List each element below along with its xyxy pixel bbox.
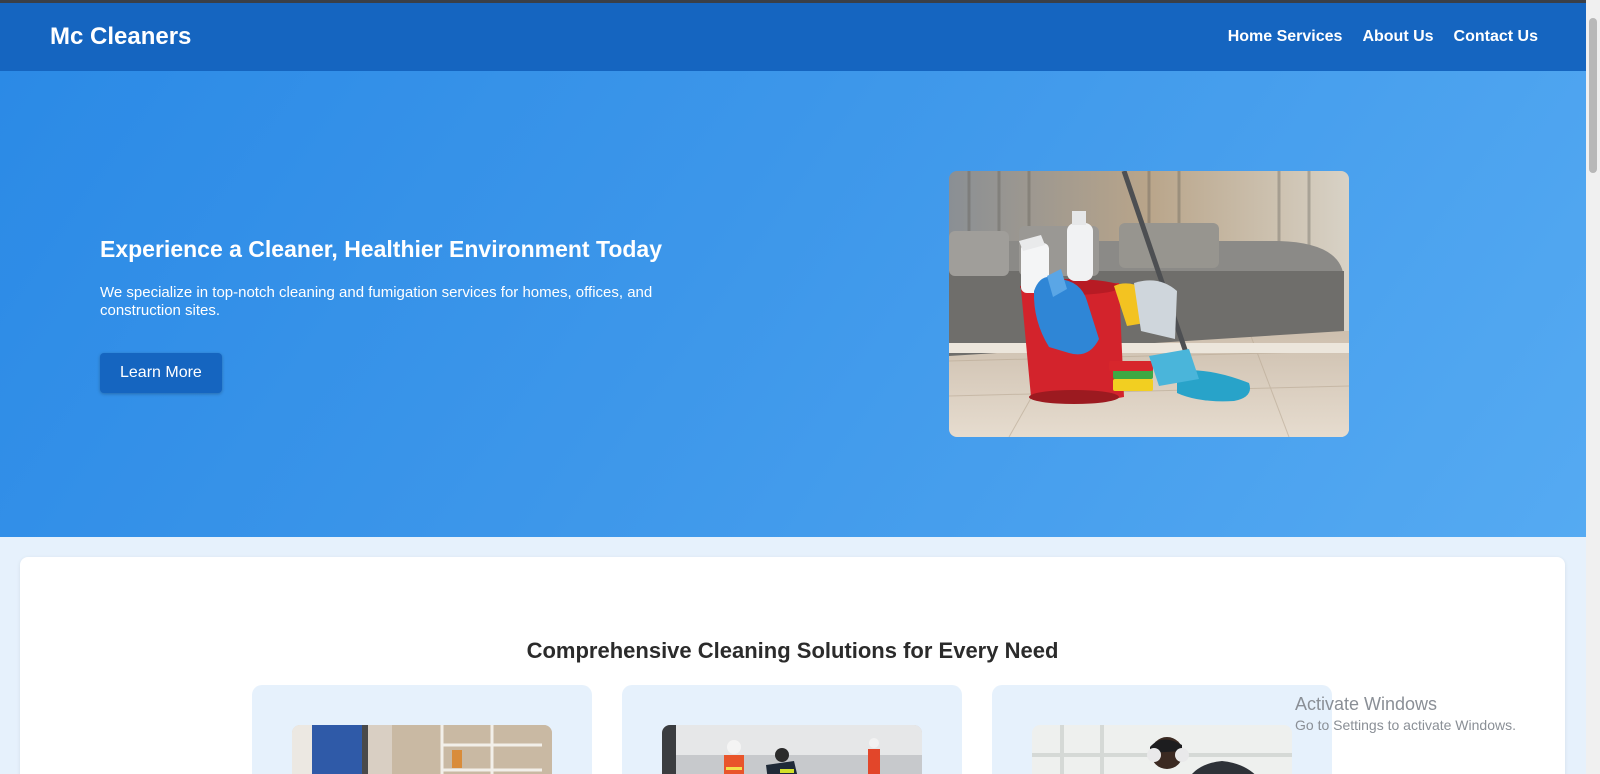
hero-title: Experience a Cleaner, Healthier Environm… <box>100 236 662 262</box>
nav-home-services[interactable]: Home Services <box>1228 28 1343 46</box>
hero-subtitle: We specialize in top-notch cleaning and … <box>100 284 653 319</box>
nav-contact-us[interactable]: Contact Us <box>1454 28 1538 46</box>
nav-about-us[interactable]: About Us <box>1362 28 1433 46</box>
watermark-subtitle: Go to Settings to activate Windows. <box>1295 717 1516 733</box>
nav-links: Home Services About Us Contact Us <box>1228 28 1538 46</box>
service-card-construction[interactable] <box>622 685 962 774</box>
learn-more-button[interactable]: Learn More <box>100 353 222 393</box>
windows-activation-watermark: Activate Windows Go to Settings to activ… <box>1295 694 1516 733</box>
office-cleaning-image <box>1032 725 1292 774</box>
construction-cleaning-image <box>662 725 922 774</box>
service-card-office[interactable] <box>992 685 1332 774</box>
service-card-home[interactable] <box>252 685 592 774</box>
scrollbar-thumb[interactable] <box>1589 18 1597 173</box>
hero-cleaning-supplies-image <box>949 171 1349 437</box>
navbar: Mc Cleaners Home Services About Us Conta… <box>0 3 1586 71</box>
services-section: Comprehensive Cleaning Solutions for Eve… <box>20 557 1565 774</box>
services-title: Comprehensive Cleaning Solutions for Eve… <box>526 638 1059 663</box>
page-scrollbar[interactable] <box>1586 0 1600 774</box>
home-cleaning-image <box>292 725 552 774</box>
hero-text: Experience a Cleaner, Healthier Environm… <box>100 236 720 393</box>
watermark-title: Activate Windows <box>1295 694 1438 714</box>
brand-logo[interactable]: Mc Cleaners <box>50 23 191 51</box>
hero-section: Experience a Cleaner, Healthier Environm… <box>0 71 1586 537</box>
